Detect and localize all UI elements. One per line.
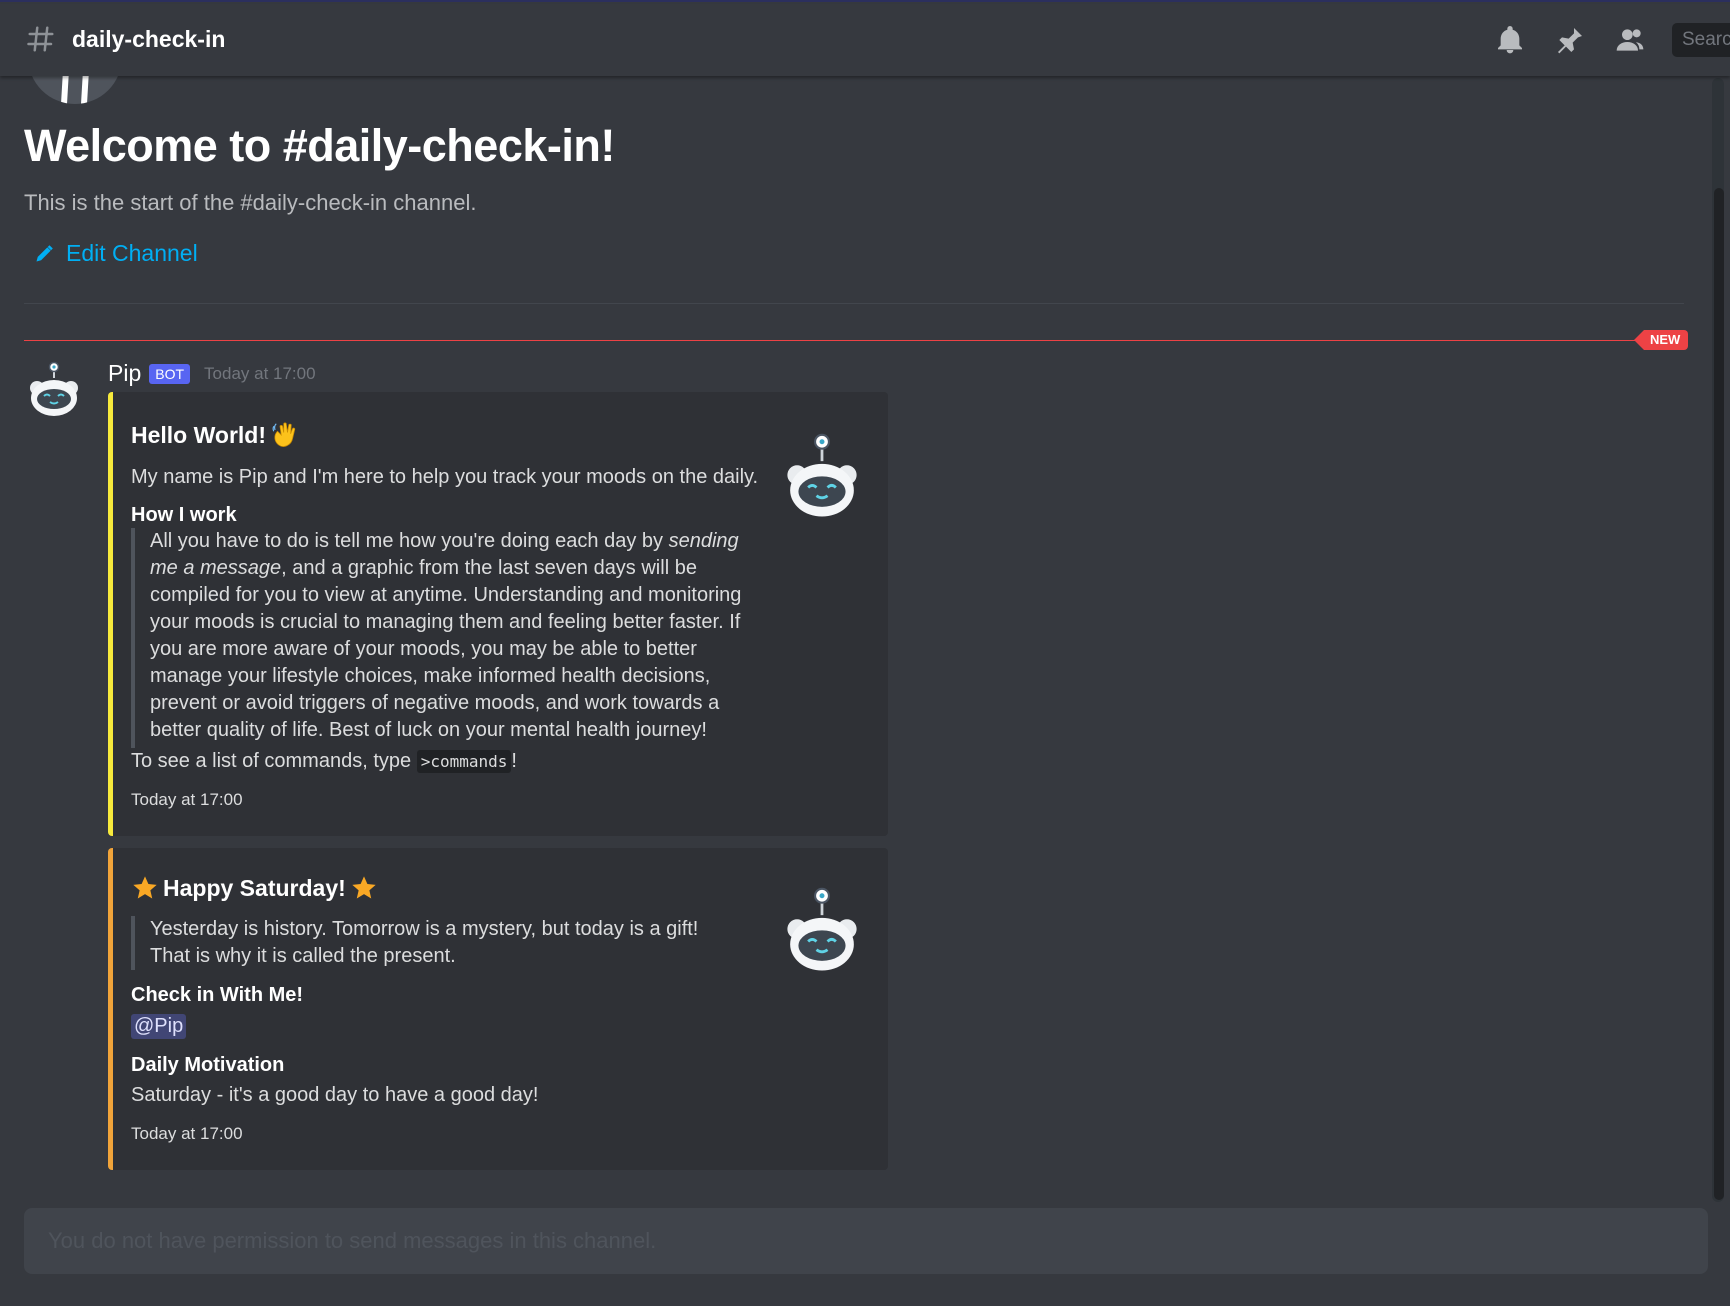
edit-channel-label[interactable]: Edit Channel [66, 240, 198, 267]
field-value: Saturday - it's a good day to have a goo… [131, 1084, 539, 1106]
quote-line: better quality of life. Best of luck on … [150, 719, 707, 741]
star-icon [133, 876, 157, 899]
discord-channel-view: daily-check-in Searc Welcome to #daily-c… [0, 0, 1730, 1306]
message-header: Pip BOT Today at 17:00 [108, 360, 316, 387]
quote-line: prevent or avoid triggers of negative mo… [150, 692, 720, 714]
embed-hello-world: Hello World! My name is Pip and I'm here… [108, 392, 888, 836]
user-mention[interactable]: @Pip [131, 1014, 187, 1039]
message-timestamp: Today at 17:00 [204, 363, 316, 383]
quote-line: me a message, and a graphic from the las… [150, 557, 697, 579]
edit-channel-link[interactable]: Edit Channel [34, 240, 198, 267]
pip-avatar[interactable] [28, 360, 80, 418]
embed-title-text: Happy Saturday! [163, 874, 346, 901]
divider [24, 303, 1684, 304]
hash-icon [27, 26, 54, 52]
embed-title-text: Hello World! [131, 421, 267, 448]
embed-description: My name is Pip and I'm here to help you … [131, 466, 759, 488]
pin-icon[interactable] [1554, 24, 1586, 56]
welcome-subtitle: This is the start of the #daily-check-in… [24, 190, 477, 215]
channel-header: daily-check-in Searc [0, 4, 1730, 76]
field-name: Daily Motivation [131, 1054, 285, 1076]
quote-line: you are more aware of your moods, you ma… [150, 638, 697, 660]
quote-line: That is why it is called the present. [150, 945, 456, 967]
new-badge: NEW [1634, 330, 1689, 350]
message-input-placeholder: You do not have permission to send messa… [48, 1228, 657, 1253]
quote-line: Yesterday is history. Tomorrow is a myst… [150, 918, 699, 940]
embed-footer: Today at 17:00 [131, 790, 243, 809]
blockquote: Yesterday is history. Tomorrow is a myst… [131, 916, 698, 970]
inline-code: >commands [416, 750, 512, 773]
quote-line: manage your lifestyle choices, make info… [150, 665, 711, 687]
search-input[interactable]: Searc [1672, 23, 1730, 57]
author-name[interactable]: Pip [108, 360, 141, 387]
pencil-icon [36, 244, 53, 261]
message-input[interactable]: You do not have permission to send messa… [24, 1208, 1708, 1274]
bell-icon[interactable] [1494, 24, 1526, 56]
pip-thumbnail[interactable] [786, 430, 858, 520]
field-name: How I work [131, 504, 237, 526]
quote-line: All you have to do is tell me how you're… [150, 530, 739, 552]
blockquote: All you have to do is tell me how you're… [131, 528, 741, 748]
quote-line: compiled for you to view at anytime. Und… [150, 584, 742, 606]
embed-footer: Today at 17:00 [131, 1124, 243, 1143]
scrollbar-thumb[interactable] [1714, 188, 1724, 1200]
pip-thumbnail[interactable] [786, 884, 858, 974]
members-icon[interactable] [1614, 24, 1646, 56]
channel-name: daily-check-in [72, 26, 226, 52]
field-name: Check in With Me! [131, 984, 304, 1006]
star-icon [352, 876, 376, 899]
welcome-title: Welcome to #daily-check-in! [24, 120, 615, 171]
embed-title: Happy Saturday! [131, 874, 378, 902]
commands-hint: To see a list of commands, type >command… [131, 750, 517, 773]
embed-title: Hello World! [131, 420, 300, 450]
quote-line: your moods is crucial to managing them a… [150, 611, 741, 633]
bot-tag: BOT [149, 363, 191, 384]
new-messages-divider [24, 340, 1636, 341]
waving-hand-icon [272, 422, 296, 447]
embed-happy-saturday: Happy Saturday! Yesterday is history. To… [108, 848, 888, 1170]
